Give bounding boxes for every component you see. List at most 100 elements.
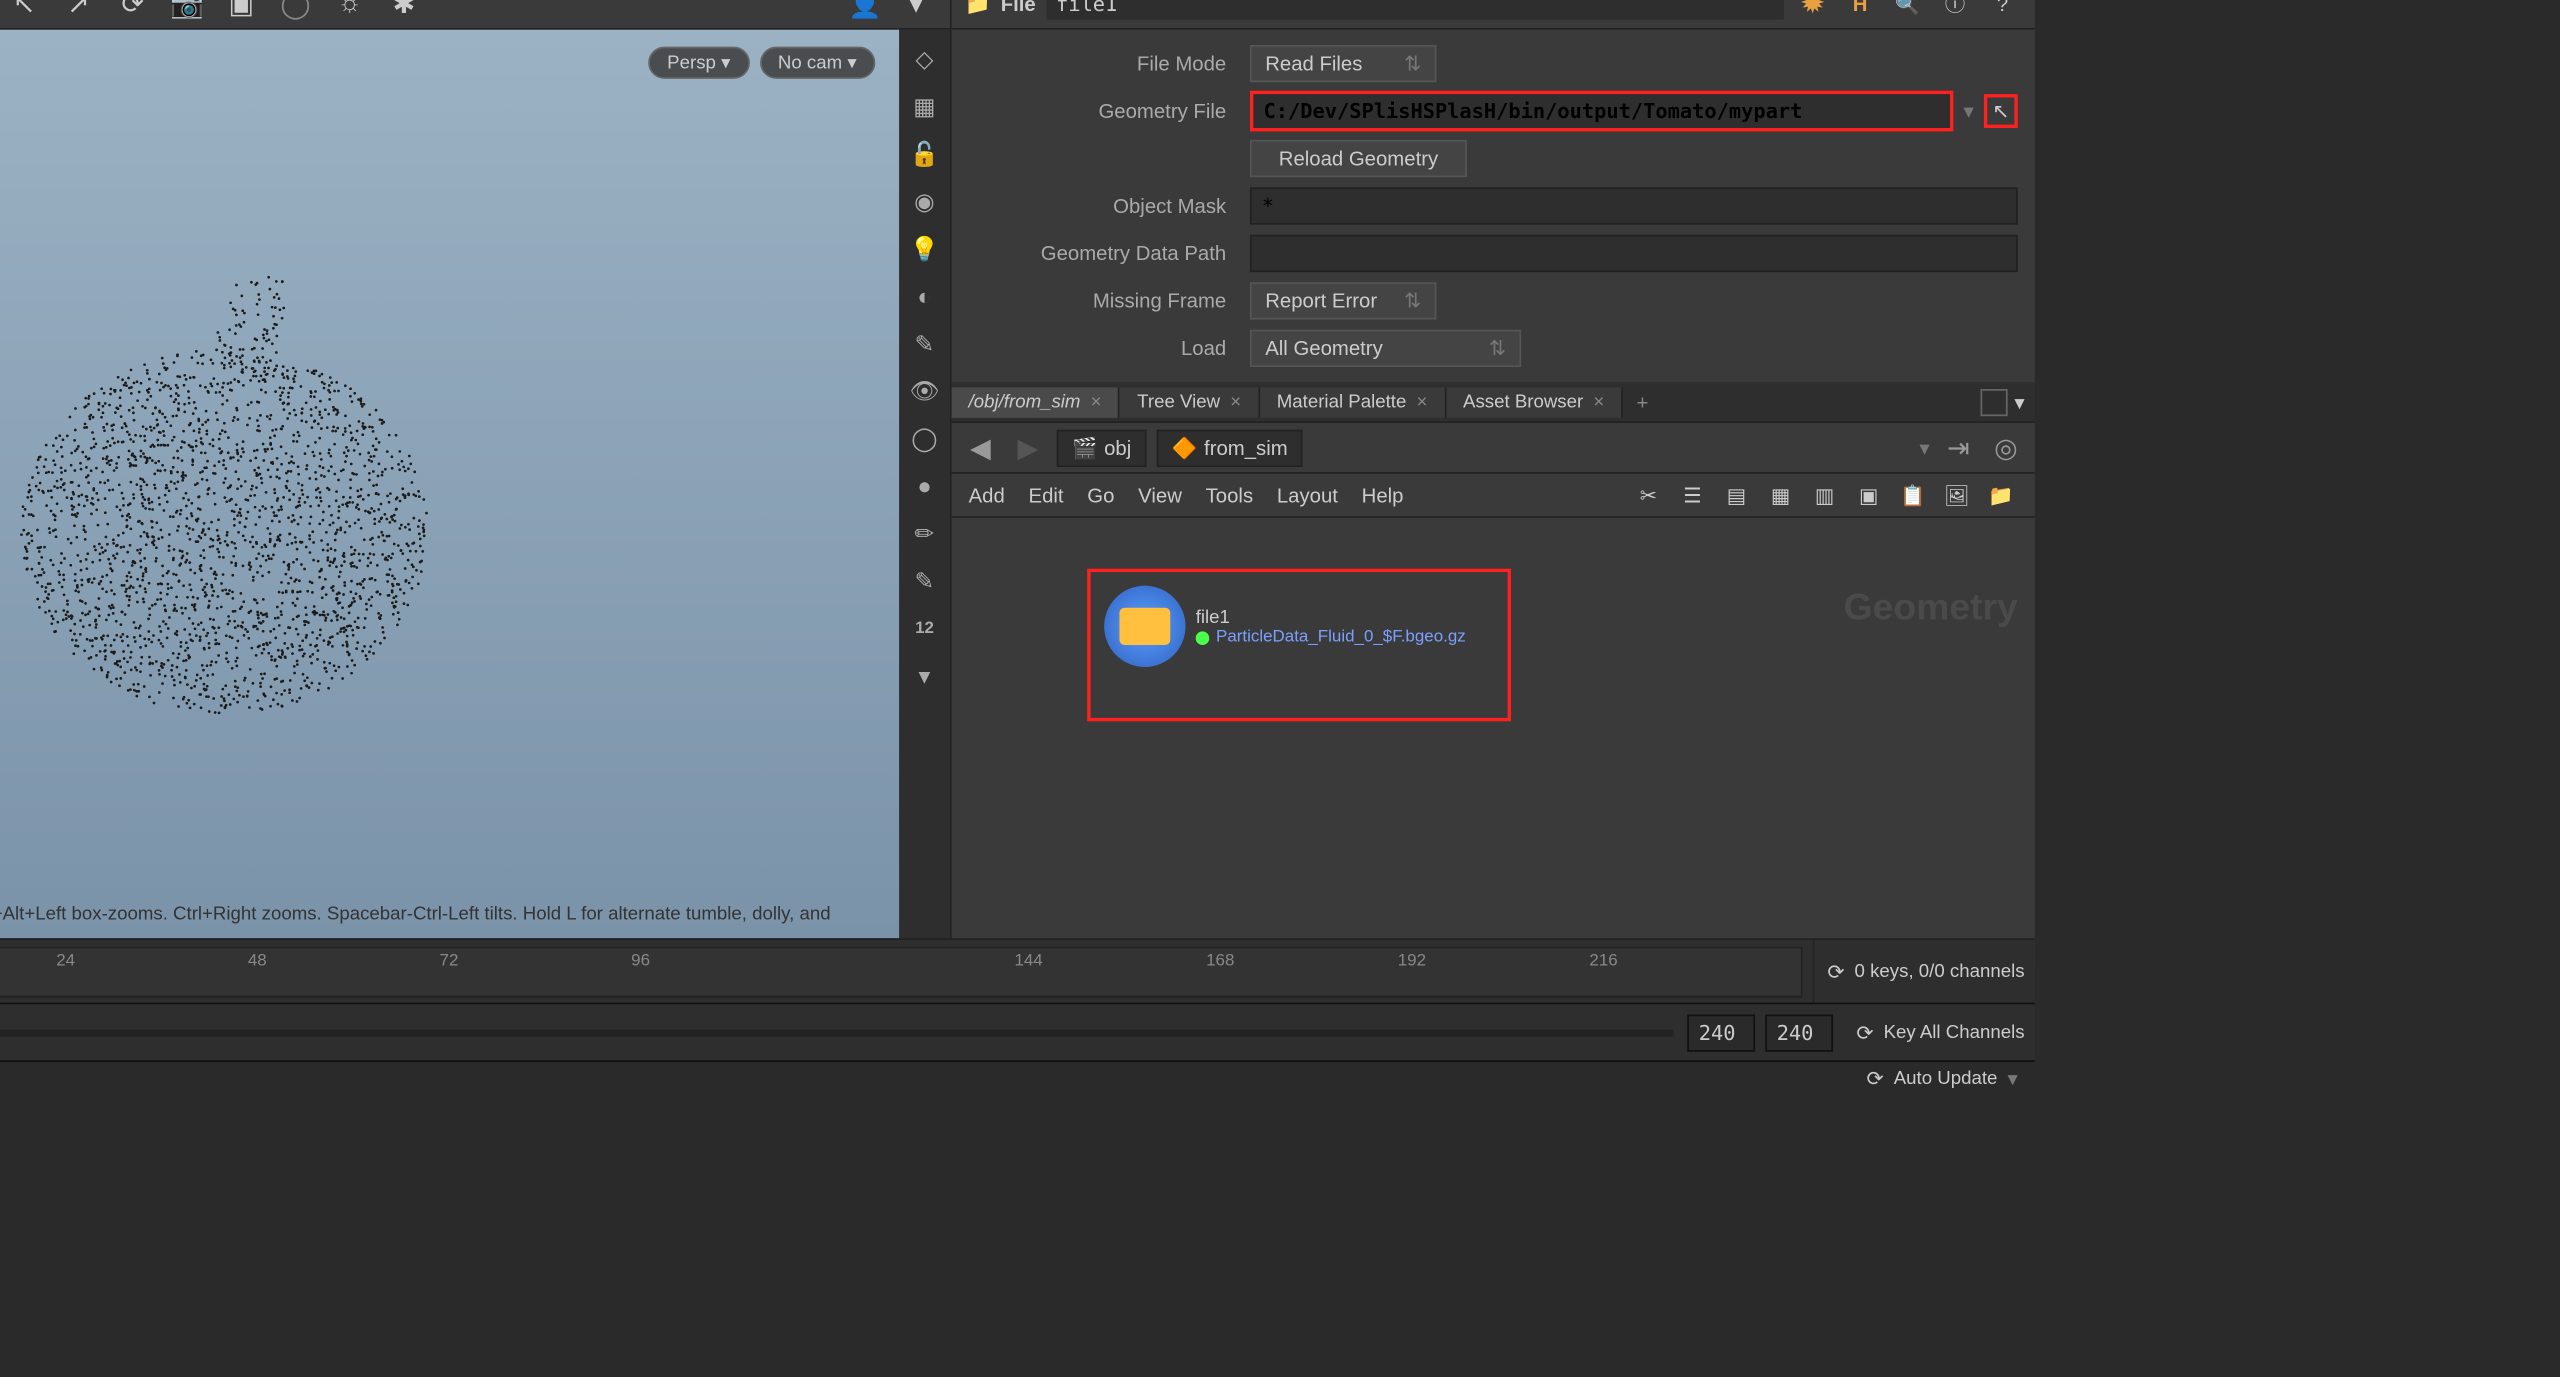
timeline-ruler[interactable]: 1 24 48 72 96 144 168 192 216 bbox=[0, 946, 1802, 997]
chevron-down-icon[interactable]: ▾ bbox=[1963, 99, 1973, 123]
tick: 24 bbox=[56, 951, 75, 970]
viewport-canvas[interactable]: Persp ▾ No cam ▾ Left mouse tumbles. Mid… bbox=[0, 30, 899, 962]
net-tool-icon[interactable]: ▦ bbox=[1764, 478, 1798, 512]
auto-update-icon[interactable]: ⟳ bbox=[1866, 1066, 1883, 1090]
link-icon[interactable]: ◎ bbox=[1987, 429, 2024, 466]
auto-update-label[interactable]: Auto Update bbox=[1894, 1068, 1998, 1088]
label-obj-mask: Object Mask bbox=[969, 194, 1240, 218]
tab-obj-path[interactable]: /obj/from_sim× bbox=[952, 387, 1121, 418]
file-browse-button[interactable]: ↖ bbox=[1984, 94, 2018, 128]
rt-icon[interactable]: ▾ bbox=[906, 657, 943, 694]
rt-icon[interactable]: 🔓 bbox=[906, 135, 943, 172]
rotate-tool-icon[interactable]: ⟳ bbox=[112, 0, 153, 24]
rt-icon[interactable]: ◯ bbox=[906, 420, 943, 457]
rt-icon[interactable]: ✏ bbox=[906, 514, 943, 551]
key-all-icon[interactable]: ⟳ bbox=[1856, 1020, 1873, 1044]
net-tool-icon[interactable]: ✂ bbox=[1631, 478, 1665, 512]
h-icon[interactable]: H bbox=[1841, 0, 1878, 22]
net-tool-icon[interactable]: 📁 bbox=[1984, 478, 2018, 512]
net-layout[interactable]: Layout bbox=[1277, 483, 1338, 507]
pane-menu-icon[interactable]: ▾ bbox=[2014, 390, 2024, 414]
net-tool-icon[interactable]: 🖼 bbox=[1940, 478, 1974, 512]
load-dropdown[interactable]: All Geometry⇅ bbox=[1250, 330, 1521, 367]
camera-tool-icon[interactable]: 📷 bbox=[167, 0, 208, 24]
missing-frame-dropdown[interactable]: Report Error⇅ bbox=[1250, 282, 1436, 319]
close-icon[interactable]: × bbox=[1230, 392, 1241, 412]
close-icon[interactable]: × bbox=[1593, 392, 1604, 412]
rt-icon[interactable]: ✎ bbox=[906, 325, 943, 362]
label-geo-data-path: Geometry Data Path bbox=[969, 242, 1240, 266]
tab-material-palette[interactable]: Material Palette × bbox=[1260, 387, 1446, 418]
rt-icon[interactable]: ◐ bbox=[906, 277, 943, 314]
geo-data-path-input[interactable] bbox=[1250, 235, 2018, 272]
node-sublabel: ParticleData_Fluid_0_$F.bgeo.gz bbox=[1216, 627, 1466, 646]
net-go[interactable]: Go bbox=[1087, 483, 1114, 507]
object-mask-input[interactable] bbox=[1250, 187, 2018, 224]
rt-icon[interactable]: 💡 bbox=[906, 230, 943, 267]
gear-icon[interactable]: ✱ bbox=[384, 0, 425, 24]
tick: 144 bbox=[1014, 951, 1042, 970]
close-icon[interactable]: × bbox=[1417, 392, 1428, 412]
viewport-right-toolbar: ◇ ▦ 🔓 ◉ 💡 ◐ ✎ 👁 ◯ ● ✏ ✎ 12 ▾ bbox=[899, 30, 950, 962]
net-help[interactable]: Help bbox=[1362, 483, 1404, 507]
rt-icon[interactable]: 👁 bbox=[906, 372, 943, 409]
range-slider[interactable] bbox=[0, 1029, 1673, 1036]
nav-fwd[interactable]: ▶ bbox=[1009, 429, 1046, 466]
chevron-down-icon[interactable]: ▾ bbox=[2008, 1066, 2018, 1090]
select-tool-icon[interactable]: ↖ bbox=[4, 0, 45, 24]
file-mode-dropdown[interactable]: Read Files⇅ bbox=[1250, 45, 1436, 82]
reload-geometry-button[interactable]: Reload Geometry bbox=[1250, 140, 1467, 177]
tick: 72 bbox=[440, 951, 459, 970]
net-add[interactable]: Add bbox=[969, 483, 1005, 507]
rt-icon[interactable]: ◉ bbox=[906, 182, 943, 219]
net-edit[interactable]: Edit bbox=[1029, 483, 1064, 507]
net-tool-icon[interactable]: ▥ bbox=[1808, 478, 1842, 512]
select-tool2-icon[interactable]: ↗ bbox=[58, 0, 99, 24]
display-flag-icon[interactable] bbox=[1196, 631, 1210, 645]
node-name: file1 bbox=[1196, 607, 1466, 627]
net-tool-icon[interactable]: ☰ bbox=[1675, 478, 1709, 512]
geometry-file-input[interactable] bbox=[1250, 91, 1953, 132]
info-icon[interactable]: ⓘ bbox=[1936, 0, 1973, 22]
rt-icon[interactable]: ● bbox=[906, 467, 943, 504]
persp-pill[interactable]: Persp ▾ bbox=[649, 47, 750, 79]
global-end-field[interactable]: 240 bbox=[1765, 1014, 1833, 1051]
close-icon[interactable]: × bbox=[1091, 392, 1102, 412]
key-all-button[interactable]: Key All Channels bbox=[1884, 1022, 2025, 1042]
net-tool-icon[interactable]: ▤ bbox=[1719, 478, 1753, 512]
path-current[interactable]: 🔶 from_sim bbox=[1157, 429, 1303, 466]
display-opts-icon[interactable]: ▾ bbox=[896, 0, 937, 24]
frame-tool-icon[interactable]: ▣ bbox=[221, 0, 262, 24]
pin-icon[interactable]: ⇥ bbox=[1940, 429, 1977, 466]
shading-icon[interactable]: ◇ bbox=[906, 40, 943, 77]
range-end-field[interactable]: 240 bbox=[1687, 1014, 1755, 1051]
tab-tree-view[interactable]: Tree View× bbox=[1120, 387, 1260, 418]
camera-pill[interactable]: No cam ▾ bbox=[759, 47, 875, 79]
chevron-down-icon[interactable]: ▾ bbox=[1919, 436, 1929, 460]
network-menu: Add Edit Go View Tools Layout Help ✂ ☰ ▤… bbox=[952, 474, 2035, 518]
help-icon[interactable]: ? bbox=[1984, 0, 2021, 22]
op-name-field[interactable]: file1 bbox=[1046, 0, 1784, 19]
net-view[interactable]: View bbox=[1138, 483, 1182, 507]
pane-max-icon[interactable] bbox=[1980, 388, 2007, 415]
rt-number[interactable]: 12 bbox=[906, 609, 943, 646]
rt-icon[interactable]: ▦ bbox=[906, 87, 943, 124]
keys-icon[interactable]: ⟳ bbox=[1827, 959, 1844, 983]
tick: 168 bbox=[1206, 951, 1234, 970]
snap-icon[interactable]: 👤 bbox=[845, 0, 886, 24]
tab-label: Material Palette bbox=[1277, 392, 1407, 412]
tab-asset-browser[interactable]: Asset Browser× bbox=[1446, 387, 1623, 418]
net-tool-icon[interactable]: 📋 bbox=[1896, 478, 1930, 512]
gear-icon[interactable]: ✹ bbox=[1794, 0, 1831, 22]
net-tools[interactable]: Tools bbox=[1206, 483, 1253, 507]
network-canvas[interactable]: Geometry file1 ParticleData_Fluid_0_$F.b… bbox=[952, 518, 2035, 962]
rt-icon[interactable]: ✎ bbox=[906, 562, 943, 599]
record-icon[interactable]: ◯ bbox=[275, 0, 316, 24]
nav-back[interactable]: ◀ bbox=[962, 429, 999, 466]
search-icon[interactable]: 🔍 bbox=[1889, 0, 1926, 22]
path-level[interactable]: 🎬 obj bbox=[1057, 429, 1147, 466]
net-tool-icon[interactable]: ▣ bbox=[1852, 478, 1886, 512]
tab-add[interactable]: + bbox=[1623, 385, 1662, 419]
light-tool-icon[interactable]: ☼ bbox=[329, 0, 370, 24]
node-file1[interactable]: file1 ParticleData_Fluid_0_$F.bgeo.gz bbox=[1104, 586, 1494, 667]
